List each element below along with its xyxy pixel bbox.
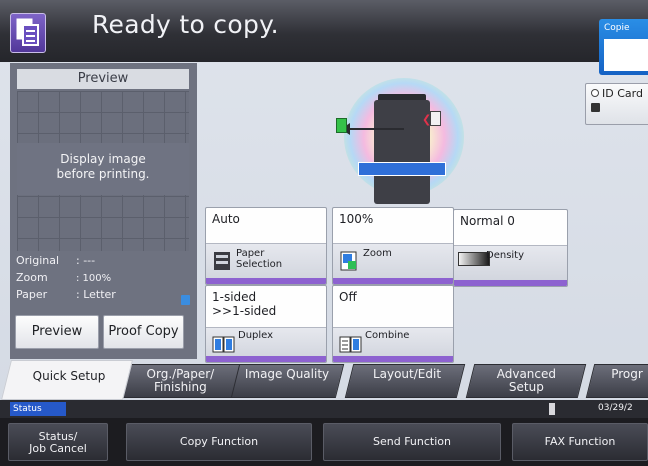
tab-advanced-setup-line1: Advanced [496,367,557,381]
combine-icon [339,336,362,353]
tile-footer: Zoom [333,243,453,284]
paper-source-icon [181,295,190,305]
tab-program-label: Progr [611,367,643,381]
tab-org-paper-finishing-line1: Org./Paper/ [146,367,215,381]
tab-layout-edit[interactable]: Layout/Edit [344,364,466,398]
output-arrow [346,128,404,130]
paper-info-label: Paper [16,288,48,301]
zoom-icon [340,251,357,271]
original-info: Original : --- [16,254,95,267]
density-value: Normal 0 [460,214,515,228]
copies-counter[interactable]: Copie [599,19,648,75]
tab-bar: Image Quality Layout/Edit Advanced Setup … [0,360,648,400]
status-button[interactable]: Status [10,402,66,416]
copy-function-button[interactable]: Copy Function [126,423,312,461]
combine-label: Combine [365,330,410,341]
original-value: : --- [76,254,96,267]
paper-selection-tile[interactable]: Auto Paper Selection [205,207,327,285]
paper-selection-value: Auto [212,212,240,226]
duplex-value-line1: 1-sided [212,290,257,304]
input-document-icon [430,111,441,126]
tab-quick-setup[interactable]: Quick Setup [1,360,133,400]
tab-image-quality-label: Image Quality [244,367,330,381]
zoom-label: Zoom [363,248,392,259]
status-bar: Status 03/29/2 [0,400,648,418]
zoom-tile[interactable]: 100% Zoom [332,207,454,285]
combine-tile[interactable]: Off Combine [332,285,454,363]
copy-mode-icon [10,13,46,53]
date-display: 03/29/2 [598,403,633,413]
tile-footer: Paper Selection [206,243,326,284]
duplex-value-line2: >>1-sided [212,304,277,318]
status-job-cancel-line2: Job Cancel [29,442,87,455]
page-title: Ready to copy. [92,10,279,39]
preview-title: Preview [17,69,189,89]
status-job-cancel-button[interactable]: Status/ Job Cancel [8,423,108,461]
paper-selection-label-line2: Selection [236,259,283,270]
tab-image-quality[interactable]: Image Quality [225,364,345,398]
output-document-icon [336,118,347,133]
id-card-label: ID Card [602,87,643,100]
paper-selection-label-line1: Paper [236,248,265,259]
proof-copy-button[interactable]: Proof Copy [103,315,184,349]
copies-label: Copie [604,23,630,33]
duplex-label: Duplex [238,330,274,341]
duplex-value: 1-sided >>1-sided [212,290,276,318]
tile-footer: Density [454,245,567,286]
machine-illustration: ❮ [336,78,468,210]
tab-layout-edit-label: Layout/Edit [372,367,442,381]
preview-message-line2: before printing. [56,167,150,181]
zoom-info-label: Zoom [16,271,48,284]
duplex-tile[interactable]: 1-sided >>1-sided Duplex [205,285,327,363]
combine-value: Off [339,290,357,304]
zoom-info-value: : 100% [76,273,112,284]
preview-button[interactable]: Preview [15,315,99,349]
preview-message-line1: Display image [60,152,146,166]
tab-org-paper-finishing[interactable]: Org./Paper/Finishing [119,364,241,398]
tab-quick-setup-label: Quick Setup [32,369,106,383]
original-label: Original [16,254,60,267]
tile-footer: Combine [333,327,453,362]
fax-function-button[interactable]: FAX Function [512,423,648,461]
send-function-button[interactable]: Send Function [323,423,501,461]
tab-org-paper-finishing-line2: Finishing [154,380,207,394]
status-indicator [549,403,555,415]
copier-screen: Ready to copy. Copie Preview Display ima… [0,0,648,466]
function-bar: Status/ Job Cancel Copy Function Send Fu… [0,418,648,466]
tab-advanced-setup[interactable]: Advanced Setup [465,364,587,398]
density-tile[interactable]: Normal 0 Density [453,209,568,287]
paper-info-value: : Letter [76,288,116,301]
tab-program[interactable]: Progr [585,364,648,398]
radio-icon [591,89,599,97]
paper-tray-icon [214,252,230,270]
preview-message: Display image before printing. [17,143,189,195]
id-card-icon [591,103,600,112]
copies-field[interactable] [604,39,648,71]
preview-panel: Preview Display image before printing. O… [10,63,197,359]
paper-info: Paper : Letter [16,288,116,301]
zoom-info: Zoom : 100% [16,271,111,284]
zoom-value: 100% [339,212,374,226]
header-bar: Ready to copy. Copie [0,0,648,75]
density-label: Density [486,250,525,261]
tile-footer: Duplex [206,327,326,362]
duplex-icon [212,336,235,353]
operation-panel-graphic [358,162,446,176]
paper-selection-label: Paper Selection [236,248,282,270]
tab-advanced-setup-line2: Setup [508,380,544,394]
id-card-copy-button[interactable]: ID Card [585,83,648,125]
